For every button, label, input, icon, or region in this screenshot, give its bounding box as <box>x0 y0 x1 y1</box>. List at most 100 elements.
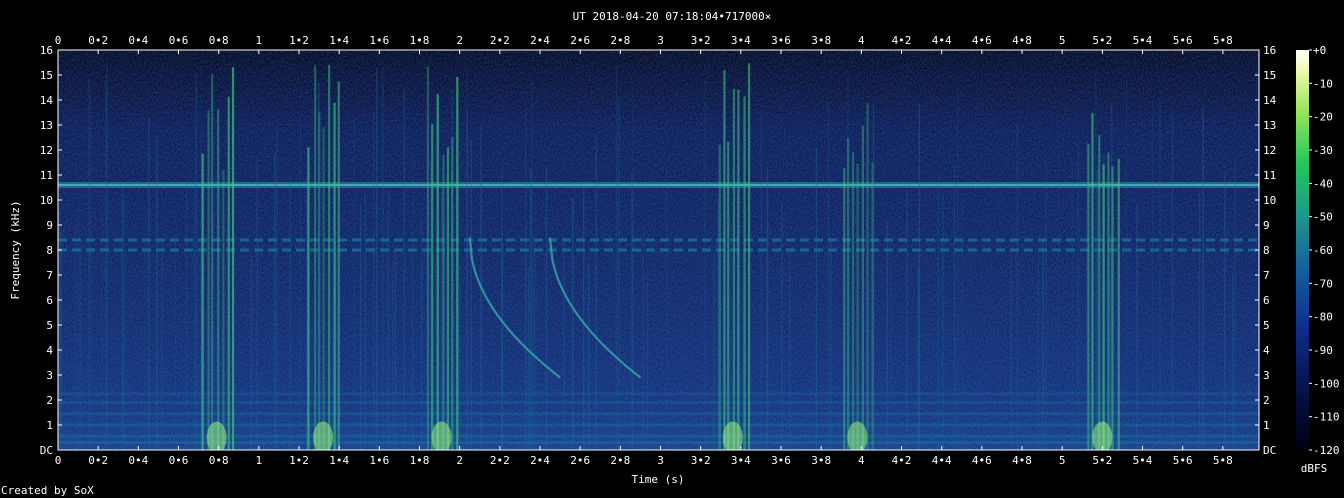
noise-streak <box>466 110 468 450</box>
x-tick-label-bottom: 1•2 <box>289 454 309 467</box>
noise-streak <box>1198 189 1201 450</box>
noise-streak <box>615 65 618 450</box>
x-tick-label-top: 2•8 <box>610 34 630 47</box>
burst-streak <box>222 170 225 450</box>
x-tick-label-top: 3•6 <box>771 34 791 47</box>
noise-streak <box>185 183 188 450</box>
noise-streak <box>917 267 919 450</box>
y-tick-label-left: 9 <box>46 219 53 232</box>
x-tick-label-bottom: 4•4 <box>932 454 952 467</box>
x-tick-label-top: 0•4 <box>128 34 148 47</box>
noise-streak <box>412 151 414 450</box>
x-tick-label-bottom: 5 <box>1059 454 1066 467</box>
burst-streak <box>737 89 740 450</box>
burst-streak <box>847 138 850 450</box>
noise-streak <box>632 85 634 450</box>
burst-streak <box>446 147 450 450</box>
x-tick-label-top: 0 <box>55 34 62 47</box>
noise-streak <box>742 264 744 450</box>
noise-streak <box>360 203 362 450</box>
x-tick-label-bottom: 5•8 <box>1213 454 1233 467</box>
burst-streak <box>211 73 214 450</box>
noise-streak <box>470 139 472 450</box>
x-tick-label-bottom: 2 <box>456 454 463 467</box>
burst-streak <box>426 66 430 450</box>
noise-streak <box>480 177 483 450</box>
colorbar-tick-label: -70 <box>1313 277 1333 290</box>
burst-streak <box>727 141 730 450</box>
noise-streak <box>1224 171 1226 450</box>
colorbar-tick-label: -100 <box>1313 377 1340 390</box>
x-tick-label-top: 2•2 <box>490 34 510 47</box>
y-tick-label-right: 4 <box>1263 344 1270 357</box>
x-tick-label-bottom: 4 <box>858 454 865 467</box>
noise-streak <box>74 210 77 450</box>
noise-streak <box>123 199 126 450</box>
x-tick-label-bottom: 2•4 <box>530 454 550 467</box>
x-tick-label-top: 4•4 <box>932 34 952 47</box>
x-tick-label-bottom: 4•2 <box>892 454 912 467</box>
y-tick-label-right: 15 <box>1263 69 1276 82</box>
burst-streak <box>318 111 321 450</box>
noise-streak <box>1151 99 1154 450</box>
x-tick-label-top: 2 <box>456 34 463 47</box>
colorbar-tick-label: -80 <box>1313 311 1333 324</box>
burst-streak <box>431 123 434 450</box>
x-tick-label-bottom: 4•6 <box>972 454 992 467</box>
burst-streak <box>227 96 230 450</box>
noise-streak <box>1057 132 1060 450</box>
noise-streak <box>827 101 829 450</box>
burst-streak <box>337 81 340 450</box>
noise-streak <box>1042 236 1044 450</box>
noise-streak <box>766 167 769 450</box>
noise-streak <box>533 236 535 450</box>
noise-streak <box>148 117 150 450</box>
y-tick-label-left: 15 <box>40 69 53 82</box>
burst-streak <box>718 145 721 450</box>
noise-streak <box>642 226 644 450</box>
burst-streak <box>456 76 459 450</box>
burst-low-frequency-glow <box>722 421 743 450</box>
x-tick-label-bottom: 3 <box>657 454 664 467</box>
y-tick-label-right: 13 <box>1263 119 1276 132</box>
burst-low-frequency-glow <box>313 421 334 450</box>
y-tick-label-left: DC <box>40 444 53 457</box>
burst-streak <box>1107 152 1110 450</box>
x-tick-label-top: 1•4 <box>329 34 349 47</box>
burst-streak <box>231 67 235 450</box>
noise-streak <box>441 186 443 450</box>
x-tick-label-bottom: 2•8 <box>610 454 630 467</box>
noise-streak <box>535 204 537 450</box>
noise-streak <box>1159 97 1161 450</box>
noise-streak <box>1071 164 1074 450</box>
x-tick-label-bottom: 0•4 <box>128 454 148 467</box>
noise-streak <box>618 96 620 450</box>
noise-streak <box>595 136 597 450</box>
burst-streak <box>747 63 751 450</box>
noise-streak <box>121 189 124 450</box>
burst-streak <box>723 69 726 450</box>
burst-streak <box>1117 158 1120 450</box>
noise-streak <box>392 263 394 450</box>
colorbar-tick-label: -90 <box>1313 344 1333 357</box>
burst-streak <box>201 153 204 450</box>
noise-streak <box>364 193 366 450</box>
noise-streak <box>388 192 390 450</box>
noise-streak <box>59 210 61 450</box>
noise-streak <box>394 252 397 450</box>
colorbar-tick-labels: +0 -10 -20 -30 -40 -50 -60 -70 -80 -90 -100 -110 -12… <box>1309 44 1340 457</box>
burst-streak <box>1087 143 1090 450</box>
x-tick-label-bottom: 5•4 <box>1133 454 1153 467</box>
burst-streak <box>313 65 317 450</box>
noise-streak <box>1037 262 1039 450</box>
burst-streak <box>861 125 864 450</box>
noise-streak <box>525 229 527 450</box>
x-tick-label-bottom: 3•6 <box>771 454 791 467</box>
burst-streak <box>322 127 325 450</box>
noise-streak <box>583 188 585 450</box>
burst-streak <box>1091 112 1094 450</box>
burst-streak <box>207 110 210 450</box>
noise-streak <box>815 148 818 450</box>
noise-streak <box>765 228 767 450</box>
y-tick-label-right: 8 <box>1263 244 1270 257</box>
